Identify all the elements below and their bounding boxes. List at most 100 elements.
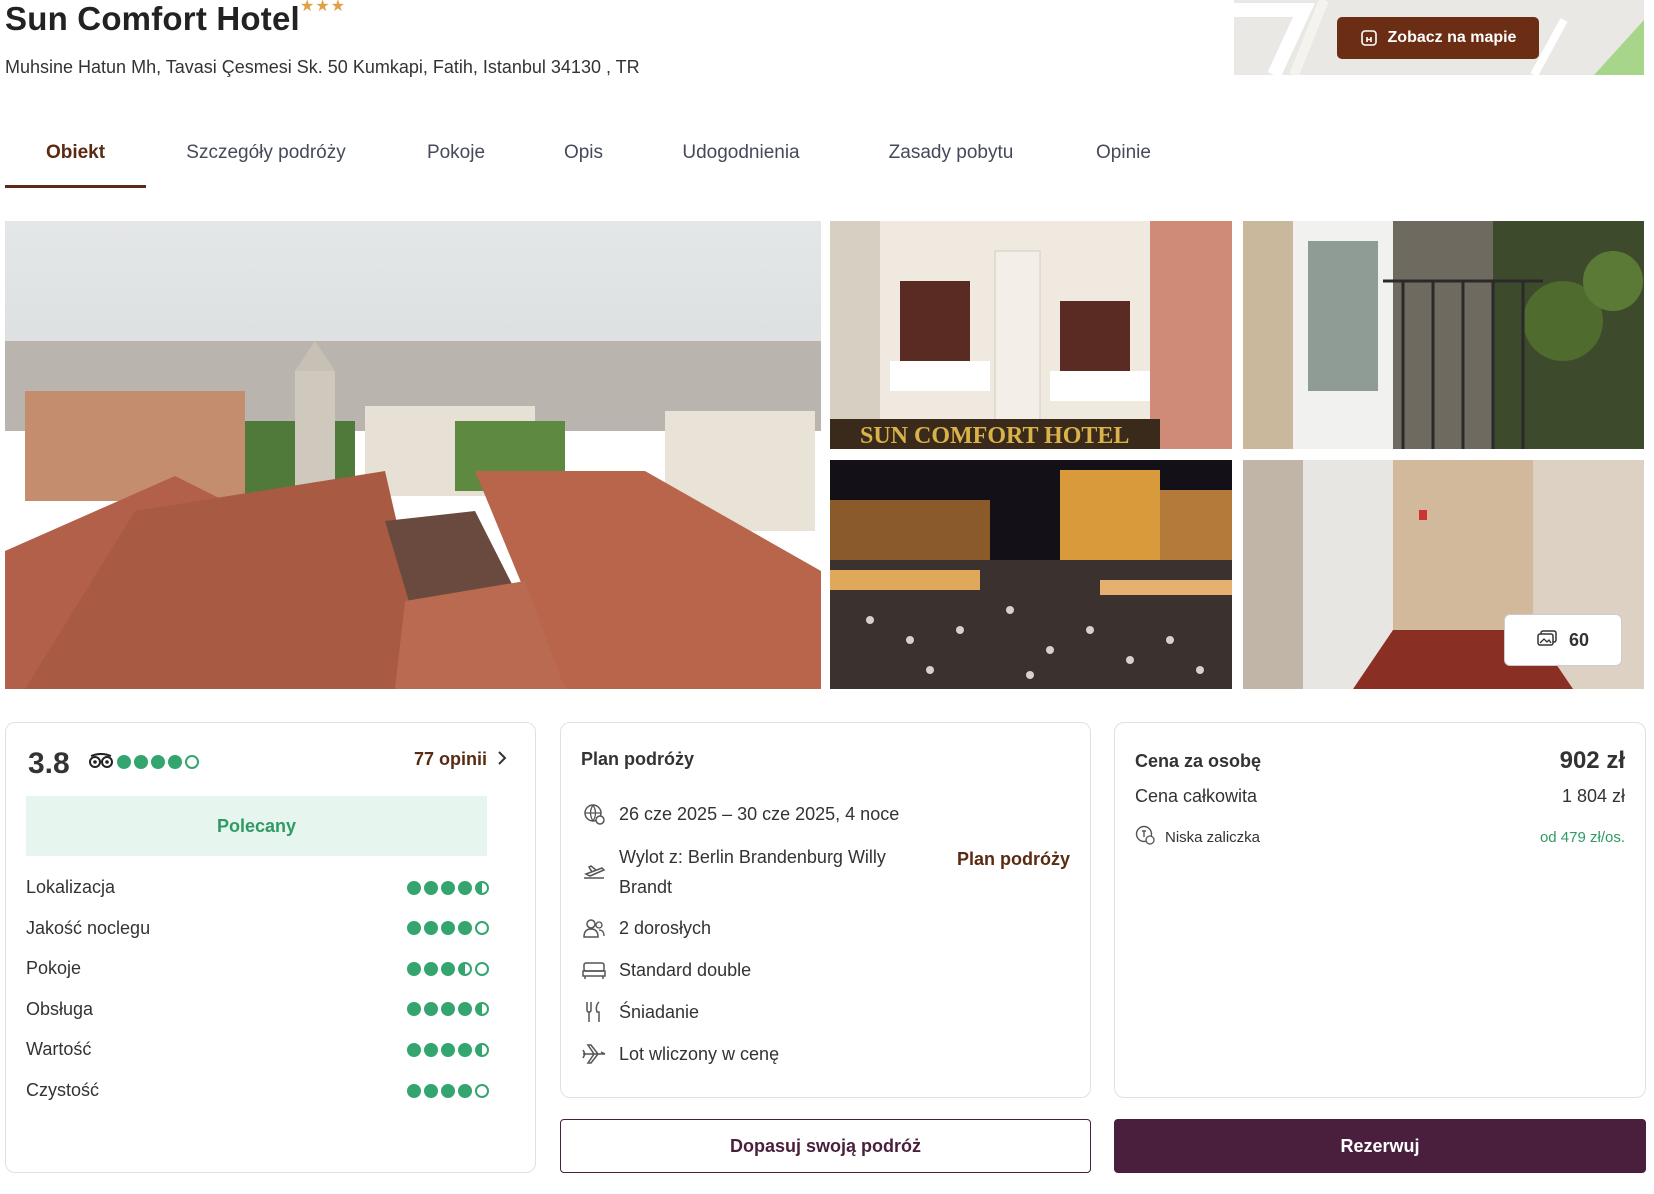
price-per-person-value: 902 zł xyxy=(1559,747,1625,774)
rating-criterion-row: Lokalizacja xyxy=(26,877,489,898)
travel-plan-card: Plan podróży 26 cze 2025 – 30 cze 2025, … xyxy=(560,722,1091,1098)
tab-zasady-pobytu[interactable]: Zasady pobytu xyxy=(841,128,1061,188)
price-per-person-row: Cena za osobę 902 zł xyxy=(1135,747,1625,775)
deposit-row: Niska zaliczka od 479 zł/os. xyxy=(1135,825,1625,849)
guests-icon xyxy=(581,913,607,943)
tab-udogodnienia[interactable]: Udogodnienia xyxy=(641,128,841,188)
photo-count: 60 xyxy=(1568,629,1590,650)
rating-bubble xyxy=(185,755,199,769)
plan-guests: 2 dorosłych xyxy=(581,913,711,943)
rating-bubble xyxy=(458,1083,472,1098)
tab-obiekt[interactable]: Obiekt xyxy=(5,128,146,188)
rating-bubble xyxy=(441,921,455,936)
bed-icon xyxy=(581,955,607,985)
rating-bubble xyxy=(475,1042,489,1057)
rating-bubble xyxy=(441,880,455,895)
plane-icon xyxy=(581,1039,607,1069)
plan-room-text: Standard double xyxy=(619,960,752,980)
tab-opinie[interactable]: Opinie xyxy=(1061,128,1186,188)
rating-bubble xyxy=(424,961,438,976)
rating-bubble xyxy=(458,1002,472,1017)
rating-criterion-row: Jakość noclegu xyxy=(26,918,489,939)
deposit-icon xyxy=(1135,825,1155,849)
plan-dates-text: 26 cze 2025 – 30 cze 2025, 4 noce xyxy=(619,804,900,824)
balcony-door-photo[interactable] xyxy=(1243,221,1644,449)
rating-criterion-label: Obsługa xyxy=(26,998,94,1019)
rating-card: 3.8 77 opinii Polecany Lokalizacja Jakość… xyxy=(5,722,536,1173)
rating-bubble xyxy=(475,1083,489,1098)
price-card: Cena za osobę 902 zł Cena całkowita 1 80… xyxy=(1114,722,1646,1098)
rating-bubble xyxy=(458,961,472,976)
plan-room: Standard double xyxy=(581,955,751,985)
rating-bubble xyxy=(458,880,472,895)
plan-guests-text: 2 dorosłych xyxy=(619,918,712,938)
rating-bubble xyxy=(407,921,421,936)
hotel-facade-photo[interactable]: SUN COMFORT HOTEL xyxy=(830,221,1232,449)
plane-takeoff-icon xyxy=(581,857,607,887)
hotel-building-icon xyxy=(1360,29,1378,47)
images-icon xyxy=(1537,629,1557,651)
rating-bubble xyxy=(441,1083,455,1098)
rating-criterion-bubbles xyxy=(407,961,489,976)
hotel-title: Sun Comfort Hotel xyxy=(5,0,300,37)
rating-bubble xyxy=(475,880,489,895)
plan-flight-text: Lot wliczony w cenę xyxy=(619,1044,780,1064)
rating-criterion-row: Pokoje xyxy=(26,958,489,979)
deposit-value: od 479 zł/os. xyxy=(1539,828,1625,846)
price-total-value: 1 804 zł xyxy=(1561,786,1625,806)
rating-criterion-label: Wartość xyxy=(26,1039,92,1060)
plan-board-text: Śniadanie xyxy=(619,1002,700,1022)
night-street-photo[interactable] xyxy=(830,460,1232,689)
rating-bubble xyxy=(424,1002,438,1017)
rating-criterion-bubbles xyxy=(407,1083,489,1098)
rating-bubble xyxy=(475,1002,489,1017)
price-total-row: Cena całkowita 1 804 zł xyxy=(1135,786,1625,807)
rating-criterion-bubbles xyxy=(407,1042,489,1057)
rating-criterion-bubbles xyxy=(407,880,489,895)
rating-bubble xyxy=(407,1042,421,1057)
plan-dates: 26 cze 2025 – 30 cze 2025, 4 noce xyxy=(581,799,899,829)
photo-count-button[interactable]: 60 xyxy=(1504,614,1622,666)
plan-title: Plan podróży xyxy=(581,749,695,769)
plan-board: Śniadanie xyxy=(581,997,699,1027)
rating-bubble xyxy=(424,880,438,895)
rating-criterion-label: Czystość xyxy=(26,1080,100,1100)
star-rating: ★★★ xyxy=(300,0,347,15)
recommended-badge: Polecany xyxy=(26,796,487,856)
reviews-link[interactable]: 77 opinii xyxy=(414,749,507,770)
plan-flight: Lot wliczony w cenę xyxy=(581,1039,779,1069)
calendar-globe-icon xyxy=(581,799,607,829)
tab-bar: Obiekt Szczegóły podróży Pokoje Opis Udo… xyxy=(5,128,1186,188)
customize-trip-button[interactable]: Dopasuj swoją podróż xyxy=(560,1119,1091,1173)
chevron-right-icon xyxy=(497,749,507,770)
rating-bubble xyxy=(117,755,131,769)
reviews-count: 77 opinii xyxy=(413,749,487,769)
rating-bubble xyxy=(407,961,421,976)
plan-departure-line1: Wylot z: Berlin Brandenburg Willy xyxy=(619,847,886,867)
hotel-address: Muhsine Hatun Mh, Tavasi Çesmesi Sk. 50 … xyxy=(5,57,640,77)
rating-bubble xyxy=(168,755,182,769)
rooftops-view-photo[interactable] xyxy=(5,221,821,689)
rating-score: 3.8 xyxy=(28,747,70,780)
rating-bubble xyxy=(475,921,489,936)
rating-bubble xyxy=(407,1002,421,1017)
book-button[interactable]: Rezerwuj xyxy=(1114,1119,1646,1173)
rating-bubble xyxy=(151,755,165,769)
plan-departure-line2: Brandt xyxy=(619,877,673,897)
rating-criterion-row: Wartość xyxy=(26,1039,489,1060)
rating-bubble xyxy=(441,1002,455,1017)
rating-bubble xyxy=(458,1042,472,1057)
rating-bubble xyxy=(441,1042,455,1057)
rating-criterion-label: Pokoje xyxy=(26,958,82,979)
tab-pokoje[interactable]: Pokoje xyxy=(386,128,526,188)
rating-bubble xyxy=(441,961,455,976)
deposit-label: Niska zaliczka xyxy=(1165,828,1261,846)
show-on-map-button[interactable]: Zobacz na mapie xyxy=(1337,17,1539,59)
rating-criterion-bubbles xyxy=(407,921,489,936)
tab-szczegoly-podrozy[interactable]: Szczegóły podróży xyxy=(146,128,386,188)
rating-bubble xyxy=(424,1083,438,1098)
tab-opis[interactable]: Opis xyxy=(526,128,641,188)
plan-link[interactable]: Plan podróży xyxy=(957,849,1070,870)
rating-bubbles xyxy=(117,755,199,769)
rating-bubble xyxy=(407,880,421,895)
